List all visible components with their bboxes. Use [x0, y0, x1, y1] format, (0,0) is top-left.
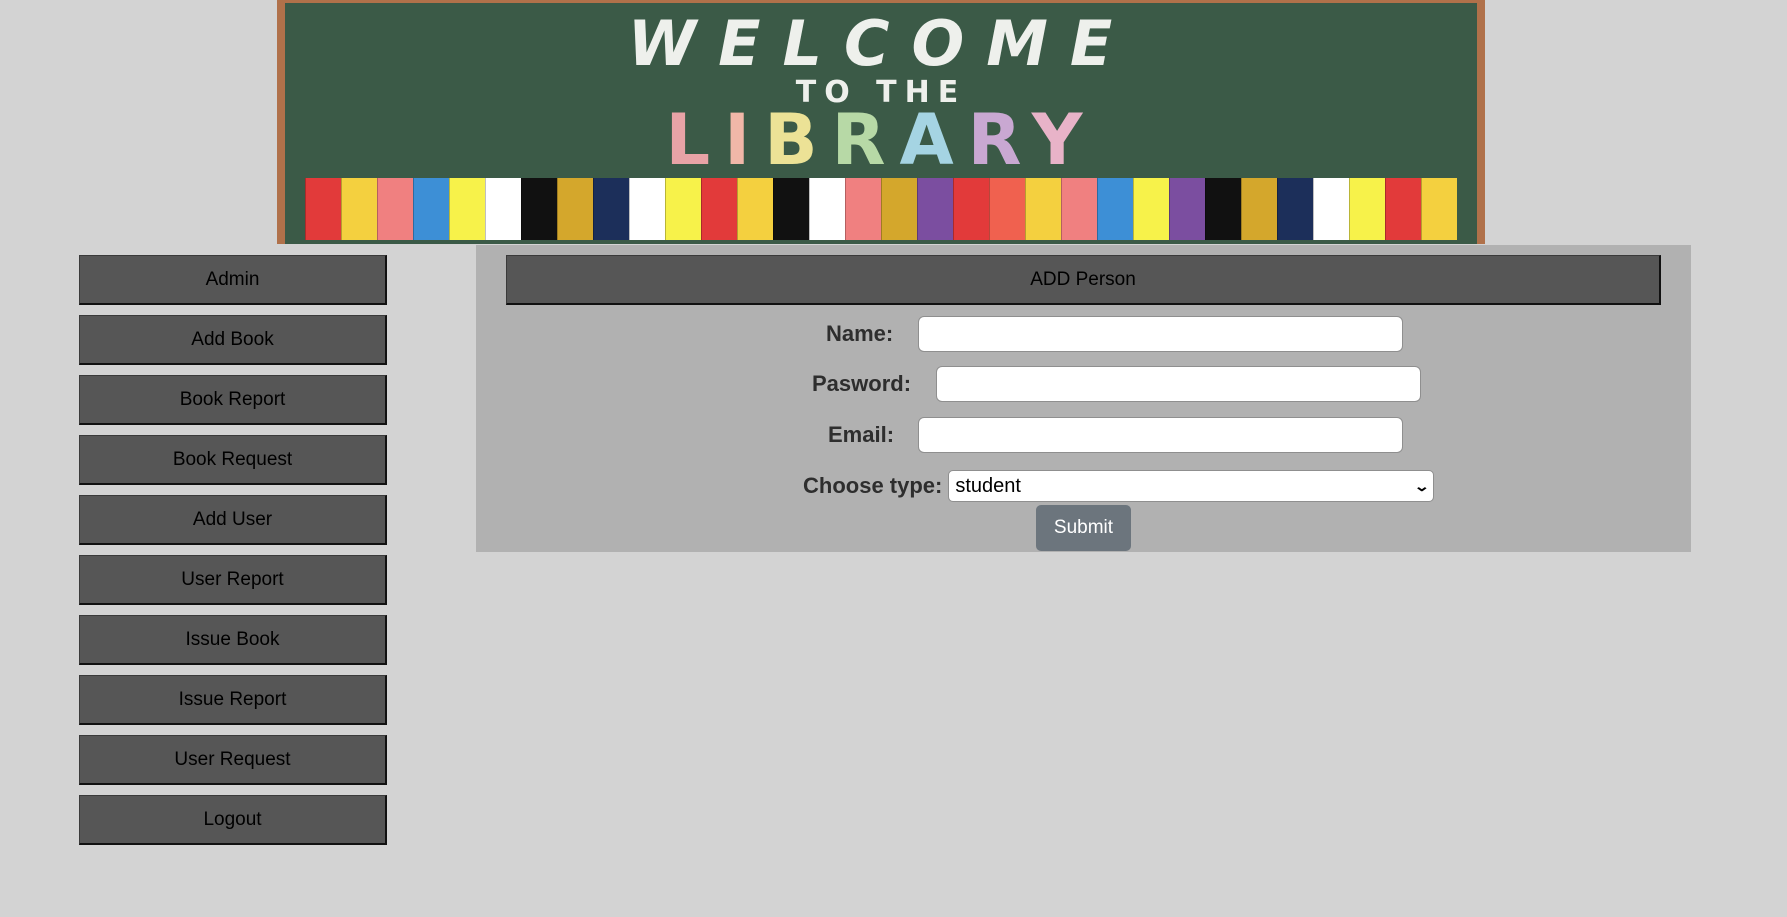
banner-letter: R — [831, 99, 900, 181]
email-row: Email: — [828, 416, 1404, 454]
name-row: Name: — [826, 315, 1404, 353]
nav-add-book-button[interactable]: Add Book — [79, 315, 387, 365]
banner-letter: B — [764, 99, 832, 181]
add-person-panel: ADD Person Name: Pasword: Email: Choose … — [476, 245, 1691, 552]
banner-letter: I — [724, 99, 765, 181]
submit-button[interactable]: Submit — [1036, 505, 1131, 551]
password-input[interactable] — [936, 366, 1422, 402]
type-select-value: student — [955, 474, 1021, 497]
banner-library-text: LIBRARY — [285, 99, 1477, 181]
banner-letter: L — [665, 99, 725, 181]
nav-book-request-button[interactable]: Book Request — [79, 435, 387, 485]
banner-letter: Y — [1031, 99, 1097, 181]
nav-user-request-button[interactable]: User Request — [79, 735, 387, 785]
nav-admin-button[interactable]: Admin — [79, 255, 387, 305]
name-label: Name: — [826, 321, 894, 346]
email-input[interactable] — [918, 417, 1404, 453]
nav-user-report-button[interactable]: User Report — [79, 555, 387, 605]
sidebar-nav: Admin Add Book Book Report Book Request … — [79, 255, 387, 855]
name-input[interactable] — [918, 316, 1404, 352]
type-label: Choose type: — [803, 473, 943, 498]
bookshelf-illustration — [305, 178, 1457, 240]
banner-letter: R — [967, 99, 1032, 181]
type-row: Choose type: student ⌄ — [803, 467, 1435, 505]
password-label: Pasword: — [812, 371, 912, 396]
nav-logout-button[interactable]: Logout — [79, 795, 387, 845]
email-label: Email: — [828, 422, 895, 447]
password-row: Pasword: — [812, 365, 1422, 403]
chevron-down-icon: ⌄ — [1413, 477, 1430, 494]
welcome-banner: WELCOME TO THE LIBRARY — [277, 0, 1485, 244]
nav-issue-book-button[interactable]: Issue Book — [79, 615, 387, 665]
nav-add-user-button[interactable]: Add User — [79, 495, 387, 545]
panel-title: ADD Person — [506, 255, 1661, 305]
banner-welcome-text: WELCOME — [627, 7, 1135, 80]
banner-letter: A — [899, 99, 968, 181]
nav-issue-report-button[interactable]: Issue Report — [79, 675, 387, 725]
nav-book-report-button[interactable]: Book Report — [79, 375, 387, 425]
type-select[interactable]: student ⌄ — [948, 470, 1435, 502]
